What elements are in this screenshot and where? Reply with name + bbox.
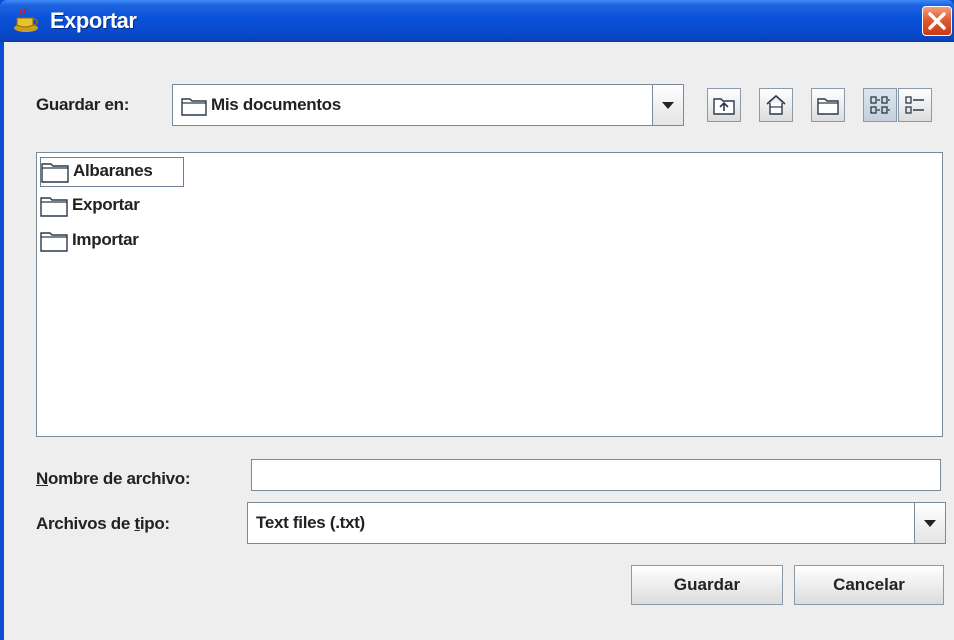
filetype-value: Text files (.txt): [256, 513, 365, 532]
filename-label: Nombre de archivo:: [36, 469, 191, 489]
chevron-down-icon[interactable]: [914, 503, 945, 543]
file-name: Exportar: [72, 195, 140, 214]
look-in-value: Mis documentos: [211, 95, 341, 114]
home-icon: [766, 94, 786, 115]
close-icon: [928, 12, 946, 30]
home-button[interactable]: [759, 88, 793, 122]
new-folder-button[interactable]: [811, 88, 845, 122]
file-name: Albaranes: [73, 161, 153, 180]
filetype-label: Archivos de tipo:: [36, 514, 170, 534]
list-view-icon: [870, 96, 890, 114]
list-item[interactable]: Albaranes: [40, 157, 184, 187]
list-item[interactable]: Exportar: [40, 192, 184, 220]
dialog-content: Guardar en: Mis documentos Albaranes Exp…: [4, 42, 954, 640]
new-folder-icon: [817, 98, 839, 115]
folder-icon: [40, 232, 68, 252]
look-in-label: Guardar en:: [36, 95, 130, 114]
dialog-window: Exportar Guardar en: Mis documentos Alba…: [0, 0, 954, 640]
close-button[interactable]: [922, 6, 952, 36]
folder-icon: [181, 98, 207, 116]
file-list[interactable]: Albaranes Exportar Importar: [36, 152, 943, 437]
list-view-button[interactable]: [863, 88, 897, 122]
list-item[interactable]: Importar: [40, 227, 184, 255]
up-one-level-button[interactable]: [707, 88, 741, 122]
window-title: Exportar: [50, 8, 137, 33]
filetype-label-pre: Archivos de: [36, 514, 135, 533]
filetype-select[interactable]: Text files (.txt): [247, 502, 946, 544]
folder-icon: [40, 197, 68, 217]
filename-label-mnemonic: N: [36, 469, 48, 488]
cancel-button[interactable]: Cancelar: [794, 565, 944, 605]
details-view-icon: [905, 96, 924, 114]
file-name: Importar: [72, 230, 139, 249]
filename-input[interactable]: [251, 459, 941, 491]
filename-label-text: ombre de archivo:: [47, 469, 191, 488]
up-folder-icon: [713, 98, 735, 115]
chevron-down-icon[interactable]: [652, 85, 683, 125]
folder-icon: [41, 163, 69, 183]
look-in-combo[interactable]: Mis documentos: [172, 84, 684, 126]
java-cup-icon: [14, 7, 38, 32]
filetype-label-post: ipo:: [139, 514, 170, 533]
save-button[interactable]: Guardar: [631, 565, 783, 605]
title-bar[interactable]: Exportar: [0, 0, 954, 42]
details-view-button[interactable]: [898, 88, 932, 122]
